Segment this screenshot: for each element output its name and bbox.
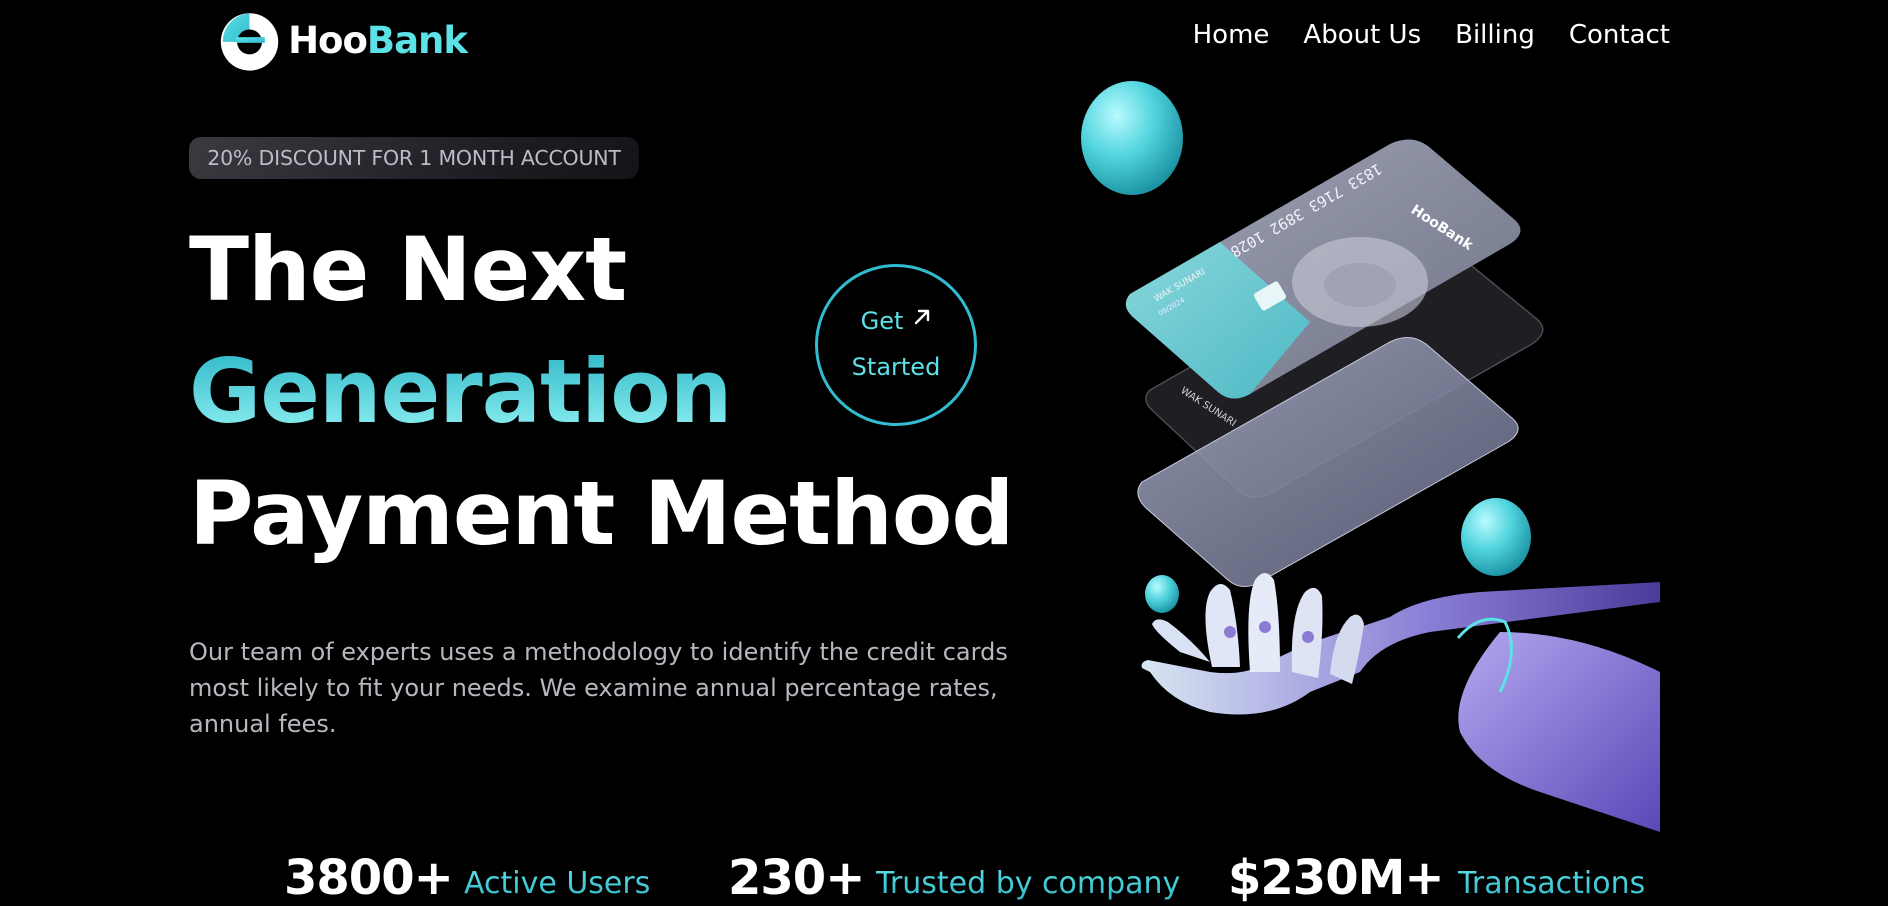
- hero-title-line3: Payment Method: [189, 462, 1014, 565]
- hero-title-line2: Generation: [189, 340, 732, 443]
- hoobank-logo-icon: [220, 13, 279, 71]
- brand-name-part2: Bank: [366, 18, 468, 62]
- stat-value-users: 3800+: [284, 850, 454, 906]
- decor-sphere-medium: [1461, 498, 1531, 576]
- hero-description: Our team of experts uses a methodology t…: [189, 638, 1008, 738]
- nav-home[interactable]: Home: [1193, 20, 1270, 50]
- brand-name-part1: Hoo: [288, 18, 368, 62]
- cta-label-line2: Started: [851, 353, 941, 381]
- discount-text: 20% DISCOUNT FOR 1 MONTH ACCOUNT: [207, 146, 621, 170]
- hero-illustration: WAK SUNARI 1833 7163 3892 1028 HooBank W…: [1081, 81, 1660, 832]
- stat-label-transactions: Transactions: [1458, 866, 1646, 901]
- brand-logo[interactable]: HooBank: [217, 4, 468, 76]
- discount-badge: 20% DISCOUNT FOR 1 MONTH ACCOUNT: [189, 137, 639, 179]
- robot-hand-icon: [1141, 573, 1660, 832]
- stat-label-users: Active Users: [464, 866, 651, 901]
- decor-sphere-large: [1081, 81, 1183, 195]
- get-started-button[interactable]: Get Started: [815, 264, 977, 426]
- cta-label-line1: Get: [860, 307, 904, 336]
- main-nav: Home About Us Billing Contact: [1193, 20, 1670, 50]
- hero-title-line1: The Next: [189, 218, 627, 321]
- nav-contact[interactable]: Contact: [1569, 20, 1670, 50]
- stats-row: 3800+ Active Users 230+ Trusted by compa…: [0, 850, 1888, 906]
- decor-sphere-small: [1145, 575, 1179, 613]
- stat-label-company: Trusted by company: [876, 866, 1181, 901]
- arrow-up-right-icon: [915, 310, 930, 325]
- nav-about-us[interactable]: About Us: [1303, 20, 1421, 50]
- stat-value-company: 230+: [728, 850, 865, 906]
- nav-billing[interactable]: Billing: [1455, 20, 1535, 50]
- stat-value-transactions: $230M+: [1228, 850, 1445, 906]
